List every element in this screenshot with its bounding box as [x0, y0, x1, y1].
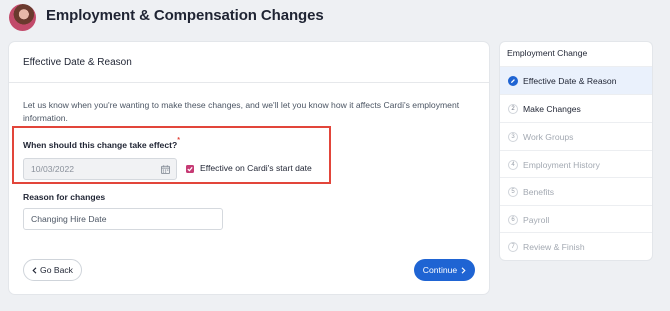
reason-field[interactable]: Changing Hire Date	[23, 208, 223, 230]
step-number: 7	[508, 241, 518, 252]
step-make-changes[interactable]: 2 Make Changes	[500, 94, 652, 122]
pencil-icon	[508, 75, 518, 86]
card-title: Effective Date & Reason	[23, 56, 132, 68]
required-marker: *	[177, 137, 180, 144]
start-date-checkbox[interactable]	[186, 165, 194, 173]
step-number: 3	[508, 131, 518, 142]
step-label: Payroll	[523, 214, 550, 225]
continue-label: Continue	[422, 265, 458, 275]
date-value: 10/03/2022	[31, 164, 75, 174]
progress-sidebar: Employment Change Effective Date & Reaso…	[500, 42, 652, 260]
step-number: 4	[508, 159, 518, 170]
step-label: Work Groups	[523, 131, 574, 142]
sidebar-title: Employment Change	[507, 48, 588, 58]
effective-date-field[interactable]: 10/03/2022	[23, 158, 177, 180]
main-card: Effective Date & Reason Let us know when…	[9, 42, 489, 294]
effective-date-question: When should this change take effect?*	[23, 137, 180, 150]
go-back-label: Go Back	[40, 265, 73, 275]
chevron-left-icon	[32, 266, 37, 274]
avatar[interactable]	[9, 4, 36, 31]
page-header: Employment & Compensation Changes	[0, 0, 670, 36]
step-employment-history: 4 Employment History	[500, 150, 652, 178]
step-label: Effective Date & Reason	[523, 75, 617, 86]
step-benefits: 5 Benefits	[500, 177, 652, 205]
check-icon	[187, 166, 193, 172]
step-label: Make Changes	[523, 103, 581, 114]
continue-button[interactable]: Continue	[414, 259, 475, 281]
step-payroll: 6 Payroll	[500, 205, 652, 233]
step-work-groups: 3 Work Groups	[500, 122, 652, 150]
step-effective-date[interactable]: Effective Date & Reason	[500, 66, 652, 94]
question-text: When should this change take effect?	[23, 140, 178, 150]
step-label: Employment History	[523, 159, 600, 170]
card-header: Effective Date & Reason	[9, 42, 489, 83]
reason-value: Changing Hire Date	[31, 214, 107, 224]
page-title: Employment & Compensation Changes	[46, 7, 324, 24]
reason-label: Reason for changes	[23, 192, 106, 202]
go-back-button[interactable]: Go Back	[23, 259, 82, 281]
intro-text: Let us know when you're wanting to make …	[23, 100, 460, 123]
step-label: Benefits	[523, 186, 555, 197]
step-number: 6	[508, 214, 518, 225]
step-number: 2	[508, 103, 518, 114]
step-label: Review & Finish	[523, 241, 585, 252]
step-number: 5	[508, 186, 518, 197]
calendar-icon[interactable]	[161, 165, 170, 174]
step-review-finish: 7 Review & Finish	[500, 232, 652, 260]
chevron-right-icon	[461, 266, 466, 274]
start-date-checkbox-label[interactable]: Effective on Cardi's start date	[200, 163, 312, 173]
